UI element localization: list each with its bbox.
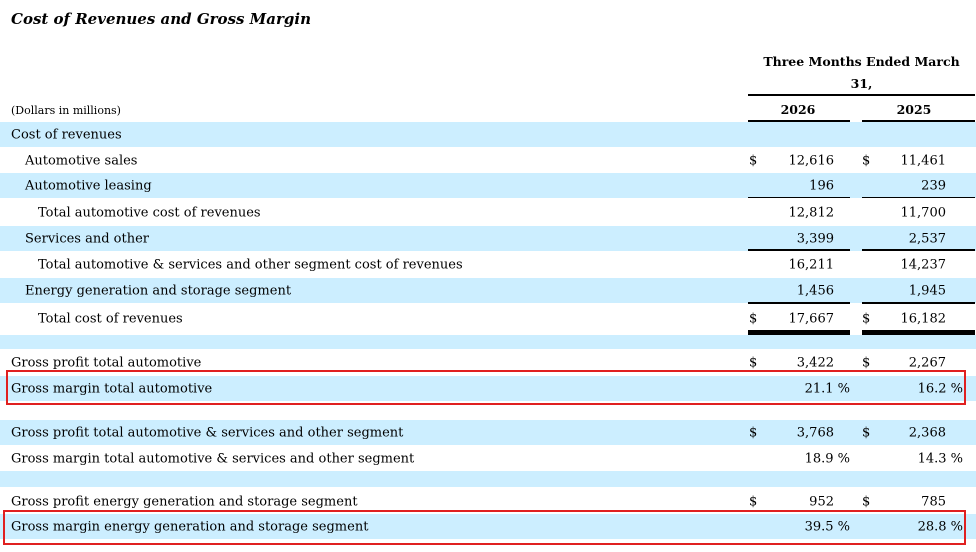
period-header-rule (748, 94, 975, 96)
value-2025: 16,182 (900, 311, 947, 326)
subtotal-rule (748, 249, 850, 251)
table-row: Total automotive & services and other se… (0, 252, 976, 277)
row-label: Gross margin total automotive & services… (11, 451, 415, 466)
subtotal-rule (748, 302, 850, 304)
year-header-2025: 2025 (896, 102, 932, 117)
value-2025: 785 (921, 494, 946, 509)
subtotal-rule (862, 302, 975, 304)
subtotal-rule (862, 197, 975, 198)
spacer-row (0, 335, 976, 349)
row-label: Gross profit energy generation and stora… (11, 494, 358, 509)
value-2026: 196 (809, 178, 834, 193)
period-header-line1: Three Months Ended March (763, 54, 960, 69)
value-2026: 12,616 (788, 153, 835, 168)
value-2026: 3,399 (796, 231, 834, 246)
value-2026: 952 (809, 494, 834, 509)
row-label: Total cost of revenues (38, 311, 183, 326)
subtotal-rule (748, 197, 850, 198)
row-label: Gross profit total automotive & services… (11, 425, 404, 440)
row-label: Gross profit total automotive (11, 355, 202, 370)
value-2025: 2,368 (908, 425, 946, 440)
row-label: Automotive leasing (25, 178, 152, 193)
subtotal-rule (862, 249, 975, 251)
value-2025: 2,267 (908, 355, 946, 370)
period-header-line2: 31, (850, 76, 873, 91)
table-row: Total automotive cost of revenues 12,812… (0, 200, 976, 225)
value-2026: 16,211 (788, 257, 835, 272)
value-2025: 1,945 (908, 283, 946, 298)
row-label: Cost of revenues (11, 127, 122, 142)
table-row: Cost of revenues (0, 122, 976, 147)
row-label: Automotive sales (25, 153, 138, 168)
value-2025: 239 (921, 178, 946, 193)
value-2026: 17,667 (788, 311, 835, 326)
row-label: Energy generation and storage segment (25, 283, 292, 298)
value-2026: 3,422 (796, 355, 834, 370)
value-2026: 1,456 (796, 283, 834, 298)
table-row: Total cost of revenues $ 17,667 $ 16,182 (0, 306, 976, 331)
value-2025: 14.3 % (917, 451, 963, 466)
section-title: Cost of Revenues and Gross Margin (11, 10, 311, 28)
table-row: Automotive sales $ 12,616 $ 11,461 (0, 148, 976, 173)
units-note: (Dollars in millions) (11, 104, 121, 117)
table-row: Gross profit total automotive & services… (0, 420, 976, 445)
row-label: Total automotive & services and other se… (38, 257, 463, 272)
value-2026: 12,812 (788, 205, 835, 220)
table-row: Gross margin total automotive & services… (0, 446, 976, 471)
value-2026: 3,768 (796, 425, 834, 440)
value-2025: 11,461 (900, 153, 947, 168)
highlight-box (3, 510, 966, 545)
year-header-2026: 2026 (780, 102, 816, 117)
highlight-box (6, 370, 966, 405)
row-label: Services and other (25, 231, 150, 246)
table-row: Services and other 3,399 2,537 (0, 226, 976, 251)
value-2026: 18.9 % (804, 451, 850, 466)
table-row: Energy generation and storage segment 1,… (0, 278, 976, 303)
value-2025: 11,700 (900, 205, 947, 220)
row-label: Total automotive cost of revenues (38, 205, 261, 220)
spacer-row (0, 471, 976, 487)
value-2025: 2,537 (908, 231, 946, 246)
value-2025: 14,237 (900, 257, 947, 272)
table-row: Automotive leasing 196 239 (0, 173, 976, 198)
